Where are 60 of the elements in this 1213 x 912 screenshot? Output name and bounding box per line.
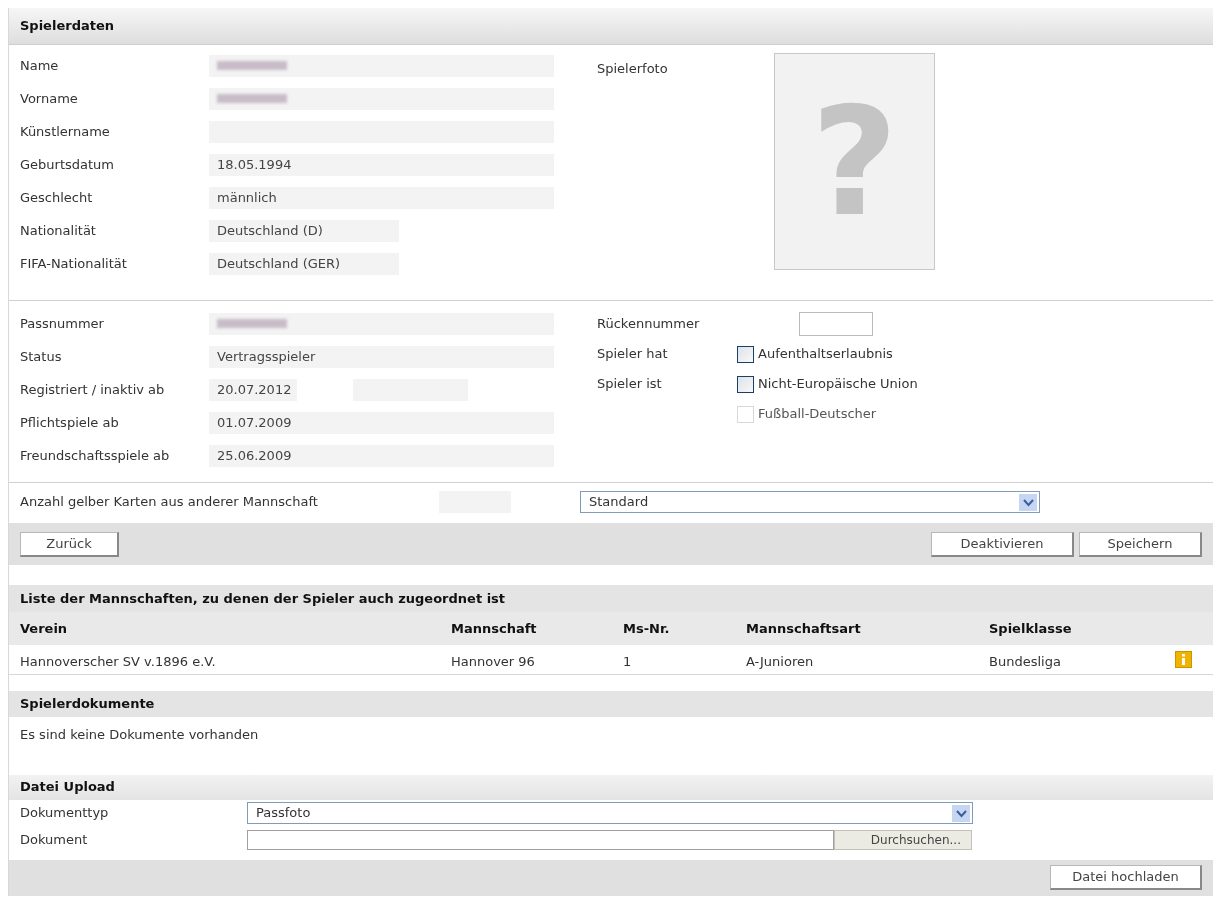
button[interactable]: Zurück [20, 531, 119, 557]
column-header: Verein [19, 619, 69, 638]
column-header: Spielklasse [988, 619, 1073, 638]
section-title: Spielerdaten [20, 17, 114, 36]
field-label: Pflichtspiele ab [19, 413, 120, 432]
column-header: Ms-Nr. [622, 619, 671, 638]
field-label: Anzahl gelber Karten aus anderer Mannschaft [19, 493, 319, 512]
field-label: Name [19, 56, 60, 75]
browse-button[interactable]: Durchsuchen... [834, 830, 972, 850]
field-value: 01.07.2009 [209, 411, 554, 434]
field-label: Status [19, 347, 63, 366]
chevron-down-icon [1022, 497, 1034, 507]
checkbox[interactable] [737, 375, 754, 393]
section-title: Liste der Mannschaften, zu denen der Spieler auch zugeordnet ist [20, 589, 506, 608]
field-label: Passnummer [19, 314, 105, 333]
field-label: Spielerfoto [597, 60, 669, 78]
dropdown[interactable]: Passfoto [247, 802, 973, 824]
field-label: Dokumenttyp [19, 804, 110, 823]
section-title: Spielerdokumente [20, 695, 155, 714]
question-mark: ? [811, 86, 898, 237]
button[interactable]: Datei hochladen [1050, 865, 1202, 890]
dropdown[interactable]: Standard [580, 491, 1040, 513]
checkbox[interactable] [737, 345, 754, 363]
field-value: männlich [209, 186, 554, 209]
field-value: 25.06.2009 [209, 444, 554, 467]
field-label: Nationalität [19, 221, 97, 240]
section-title: Datei Upload [20, 778, 115, 797]
field-label: Geburtsdatum [19, 155, 115, 174]
field-label: Rückennummer [597, 315, 701, 334]
button[interactable]: Deaktivieren [931, 531, 1074, 557]
table-cell-text: Hannover 96 [450, 652, 536, 671]
field-value: Deutschland (D) [209, 219, 399, 242]
field-label: Dokument [19, 831, 89, 850]
column-header: Mannschaft [450, 619, 538, 638]
table-cell-text: 1 [622, 652, 633, 671]
field-value: 20.07.2012 [209, 378, 297, 401]
input-field[interactable] [799, 312, 873, 336]
field-label: Spieler hat [597, 345, 669, 364]
field-label: Künstlername [19, 122, 111, 141]
field-value: Deutschland (GER) [209, 252, 399, 275]
checkbox-label: Nicht-Europäische Union [758, 375, 918, 394]
table-cell-text: Hannoverscher SV v.1896 e.V. [19, 652, 217, 671]
checkbox-label: Aufenthaltserlaubnis [758, 345, 893, 364]
field-value: Vertragsspieler [209, 345, 554, 368]
field-value: 18.05.1994 [209, 153, 554, 176]
button[interactable]: Speichern [1079, 531, 1202, 557]
field-label: Spieler ist [597, 375, 663, 394]
column-header: Mannschaftsart [745, 619, 862, 638]
input-field[interactable] [247, 830, 834, 850]
info-icon[interactable] [1175, 651, 1192, 668]
table-cell-text: Bundesliga [988, 652, 1062, 671]
table-cell-text: A-Junioren [745, 652, 815, 671]
field-label: Geschlecht [19, 188, 94, 207]
field-label: Registriert / inaktiv ab [19, 380, 166, 399]
empty-message: Es sind keine Dokumente vorhanden [20, 727, 259, 742]
field-label: Freundschaftsspiele ab [19, 446, 171, 465]
field-label: Vorname [19, 89, 79, 108]
field-label: FIFA-Nationalität [19, 254, 128, 273]
chevron-down-icon [955, 808, 967, 818]
checkbox-label: Fußball-Deutscher [758, 405, 877, 424]
